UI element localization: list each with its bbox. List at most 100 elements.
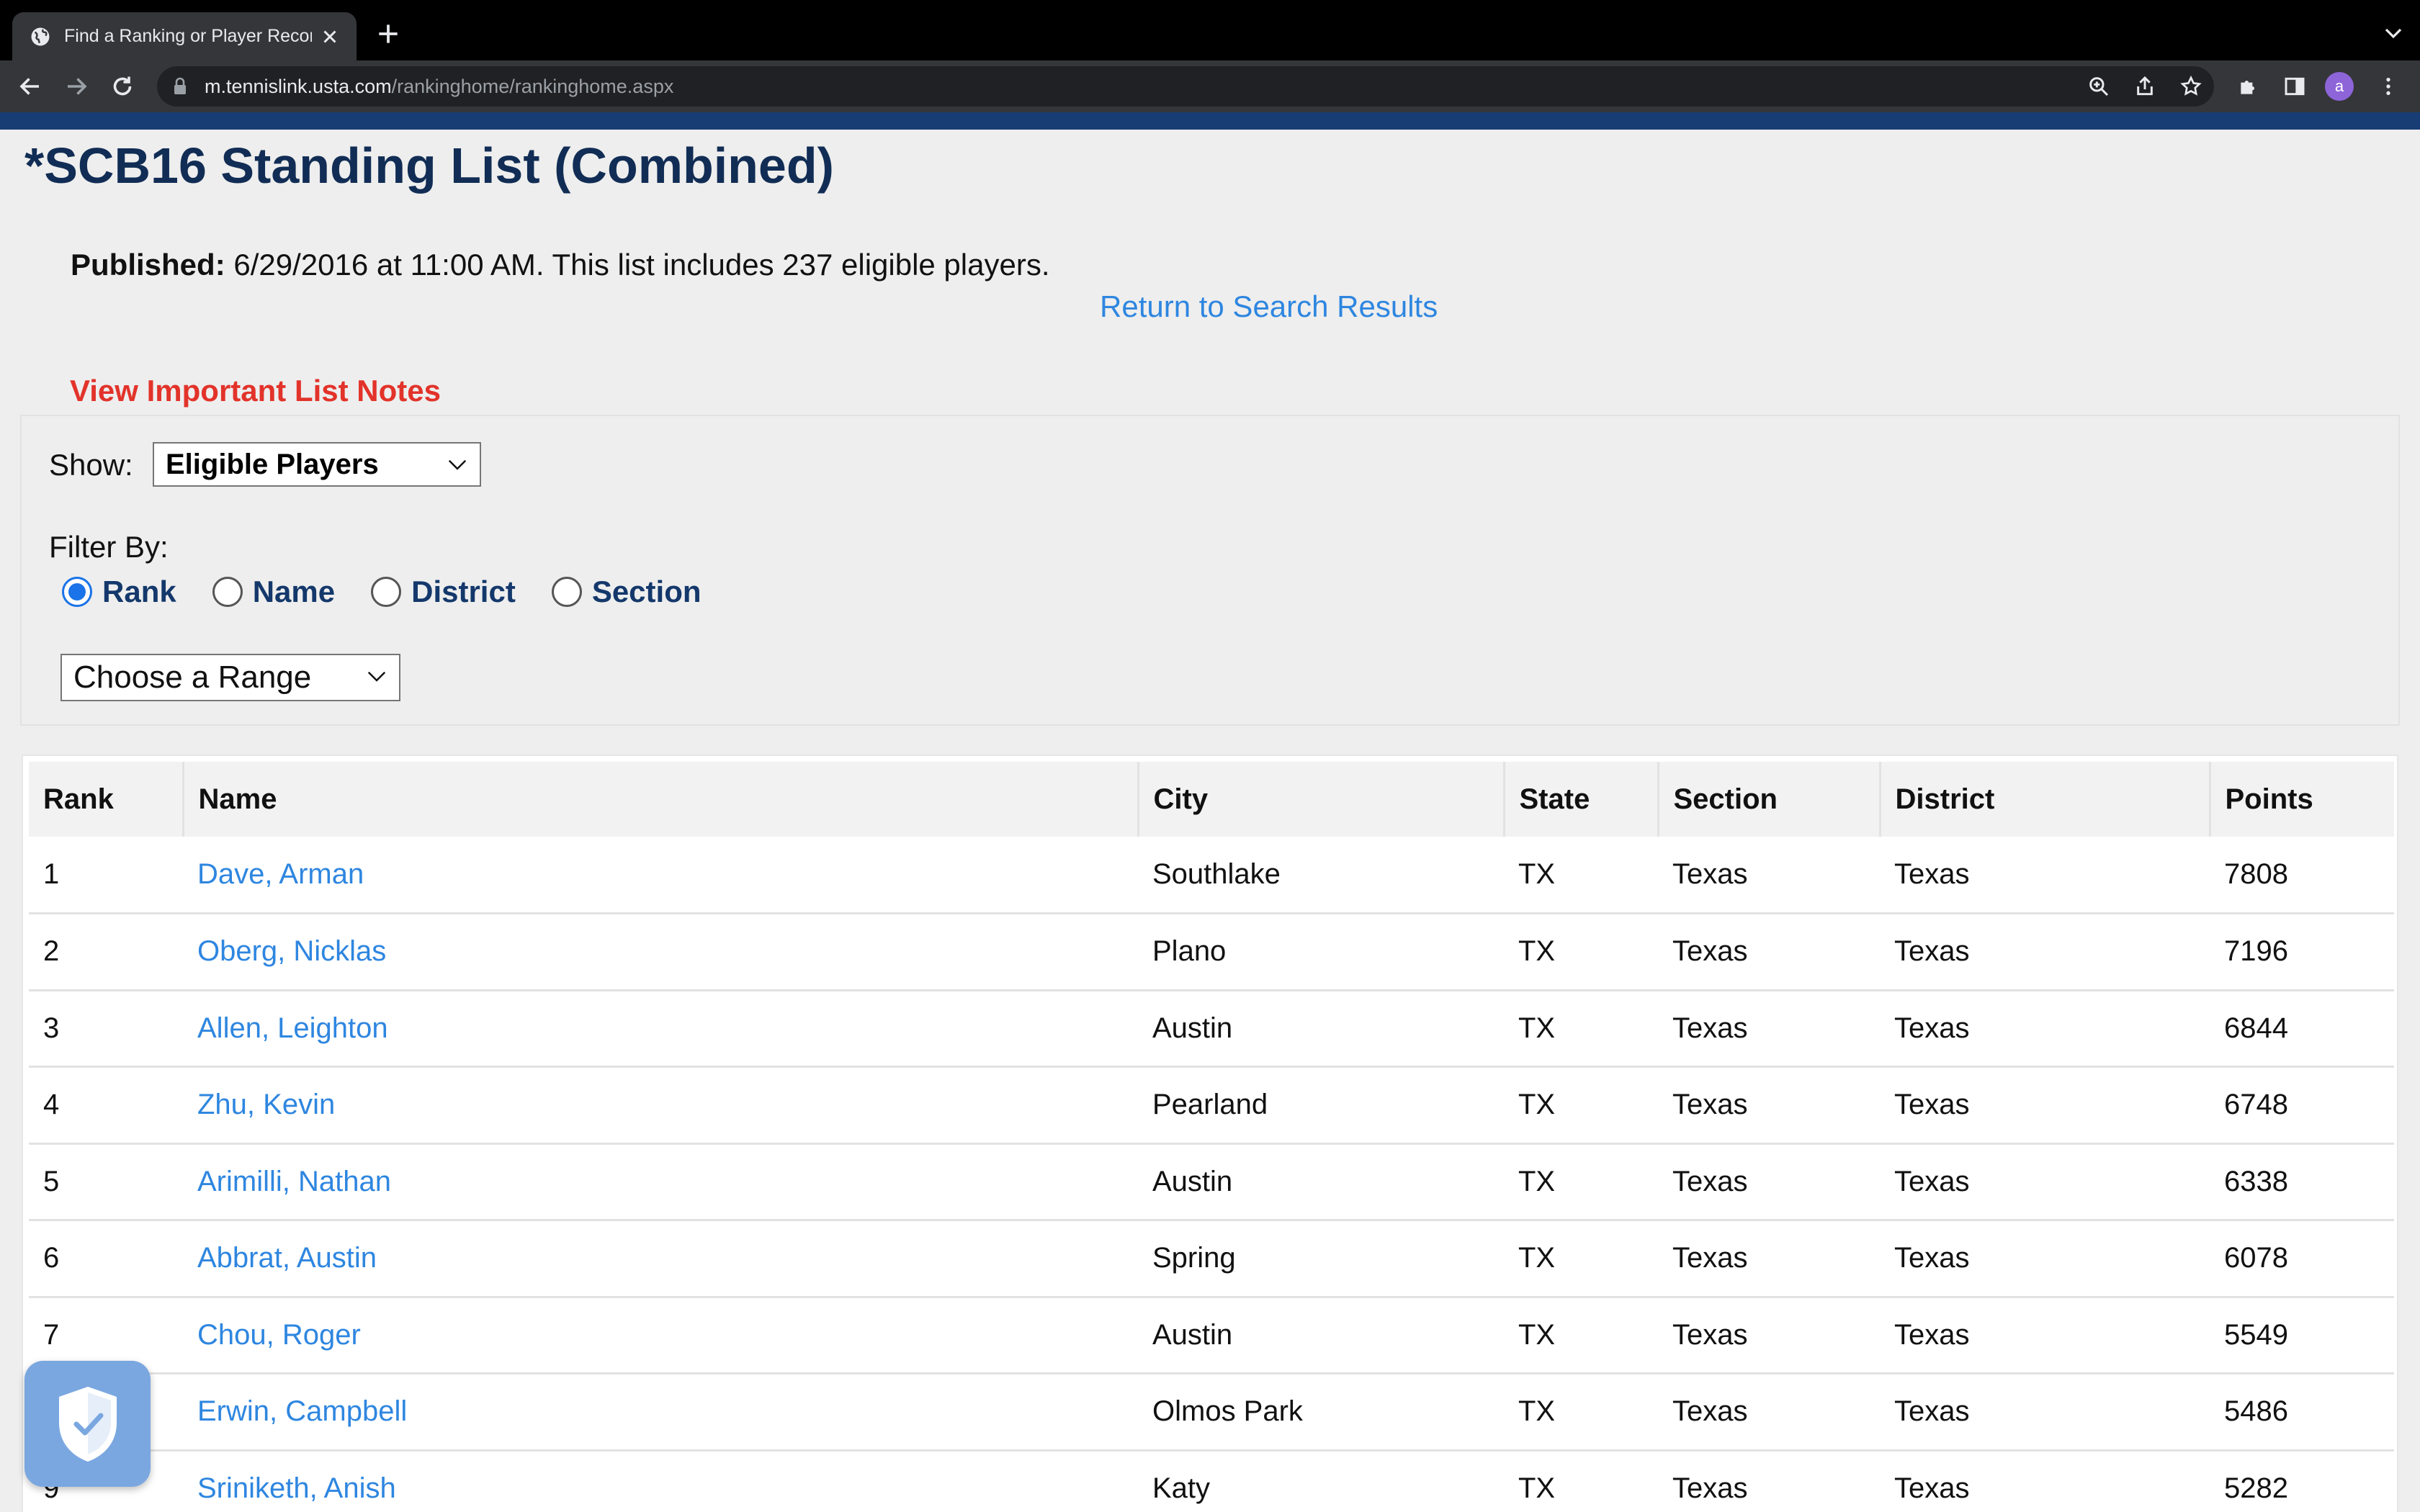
security-shield-widget[interactable] bbox=[24, 1361, 151, 1487]
cell-state: TX bbox=[1518, 858, 1556, 890]
header-state[interactable]: State bbox=[1504, 762, 1659, 837]
cell-rank: 1 bbox=[43, 858, 60, 890]
cell-name: Abbrat, Austin bbox=[183, 1220, 1138, 1297]
return-to-search-link[interactable]: Return to Search Results bbox=[1100, 289, 1438, 324]
table-row: 3 Allen, Leighton Austin TX Texas Texas 6844 bbox=[29, 990, 2394, 1067]
side-panel-icon[interactable] bbox=[2283, 75, 2306, 98]
player-name-link[interactable]: Sriniketh, Anish bbox=[197, 1472, 396, 1504]
player-name-link[interactable]: Erwin, Campbell bbox=[197, 1395, 407, 1427]
menu-kebab-icon[interactable] bbox=[2377, 75, 2400, 98]
cell-section: Texas bbox=[1672, 1472, 1748, 1504]
url-text[interactable]: m.tennislink.usta.com/rankinghome/rankin… bbox=[205, 76, 673, 98]
cell-district: Texas bbox=[1894, 935, 1970, 968]
radio-name[interactable] bbox=[212, 577, 243, 607]
cell-section: Texas bbox=[1672, 935, 1748, 968]
profile-avatar[interactable]: a bbox=[2325, 72, 2354, 101]
browser-tab-bar: Find a Ranking or Player Recor bbox=[0, 0, 2420, 60]
header-district[interactable]: District bbox=[1880, 762, 2211, 837]
published-info: Published: 6/29/2016 at 11:00 AM. This l… bbox=[71, 248, 1050, 282]
header-city[interactable]: City bbox=[1138, 762, 1505, 837]
player-name-link[interactable]: Zhu, Kevin bbox=[197, 1089, 335, 1120]
lock-icon[interactable] bbox=[173, 77, 187, 96]
table-row: 7 Chou, Roger Austin TX Texas Texas 5549 bbox=[29, 1297, 2394, 1374]
forward-icon[interactable] bbox=[63, 73, 89, 99]
bookmark-star-icon[interactable] bbox=[2179, 75, 2202, 98]
header-rank[interactable]: Rank bbox=[29, 762, 184, 837]
cell-name: Oberg, Nicklas bbox=[183, 914, 1138, 991]
header-name[interactable]: Name bbox=[183, 762, 1139, 837]
show-select[interactable]: Eligible Players bbox=[153, 442, 481, 487]
shield-check-icon bbox=[58, 1386, 117, 1462]
extensions-puzzle-icon[interactable] bbox=[2237, 75, 2260, 98]
cell-district: Texas bbox=[1894, 1318, 1970, 1351]
table-row: 6 Abbrat, Austin Spring TX Texas Texas 6078 bbox=[29, 1220, 2394, 1297]
cell-name: Arimilli, Nathan bbox=[183, 1143, 1138, 1220]
cell-points: 6078 bbox=[2224, 1242, 2288, 1274]
cell-section: Texas bbox=[1672, 1242, 1748, 1274]
player-name-link[interactable]: Arimilli, Nathan bbox=[197, 1166, 391, 1197]
show-select-value: Eligible Players bbox=[166, 448, 379, 480]
cell-state: TX bbox=[1518, 1242, 1556, 1274]
header-section[interactable]: Section bbox=[1658, 762, 1881, 837]
cell-state: TX bbox=[1518, 1472, 1556, 1504]
radio-rank-label[interactable]: Rank bbox=[102, 575, 176, 609]
cell-district: Texas bbox=[1894, 1012, 1970, 1044]
view-list-notes-link[interactable]: View Important List Notes bbox=[70, 374, 441, 408]
radio-rank[interactable] bbox=[62, 577, 92, 607]
cell-points: 6844 bbox=[2224, 1012, 2288, 1044]
zoom-icon[interactable] bbox=[2087, 75, 2110, 98]
radio-district-label[interactable]: District bbox=[411, 575, 516, 609]
share-icon[interactable] bbox=[2133, 75, 2156, 98]
player-name-link[interactable]: Allen, Leighton bbox=[197, 1012, 388, 1044]
cell-state: TX bbox=[1518, 1318, 1556, 1351]
cell-rank: 2 bbox=[43, 935, 60, 968]
filter-by-label: Filter By: bbox=[49, 530, 169, 564]
cell-district: Texas bbox=[1894, 1165, 1970, 1197]
player-name-link[interactable]: Abbrat, Austin bbox=[197, 1242, 377, 1274]
cell-district: Texas bbox=[1894, 1089, 1970, 1121]
cell-section: Texas bbox=[1672, 858, 1748, 890]
address-bar[interactable]: m.tennislink.usta.com/rankinghome/rankin… bbox=[157, 66, 2214, 107]
show-label: Show: bbox=[49, 448, 133, 482]
cell-rank: 3 bbox=[43, 1012, 60, 1044]
cell-city: Katy bbox=[1152, 1472, 1211, 1504]
radio-section[interactable] bbox=[551, 577, 582, 607]
filter-radio-group: Rank Name District Section bbox=[62, 575, 738, 609]
radio-district[interactable] bbox=[371, 577, 402, 607]
reload-icon[interactable] bbox=[109, 73, 135, 99]
cell-section: Texas bbox=[1672, 1318, 1748, 1351]
cell-state: TX bbox=[1518, 1395, 1556, 1428]
new-tab-icon[interactable] bbox=[375, 20, 402, 48]
header-points[interactable]: Points bbox=[2210, 762, 2394, 837]
table-row: 2 Oberg, Nicklas Plano TX Texas Texas 7196 bbox=[29, 913, 2394, 991]
cell-name: Dave, Arman bbox=[183, 837, 1138, 914]
cell-points: 5486 bbox=[2224, 1395, 2288, 1428]
radio-section-label[interactable]: Section bbox=[592, 575, 702, 609]
cell-rank: 4 bbox=[43, 1089, 60, 1121]
player-name-link[interactable]: Chou, Roger bbox=[197, 1319, 361, 1351]
player-name-link[interactable]: Dave, Arman bbox=[197, 858, 364, 890]
cell-city: Austin bbox=[1152, 1012, 1233, 1044]
browser-tab[interactable]: Find a Ranking or Player Recor bbox=[12, 12, 357, 60]
globe-icon bbox=[31, 27, 50, 45]
back-icon[interactable] bbox=[17, 73, 43, 99]
cell-section: Texas bbox=[1672, 1165, 1748, 1197]
cell-points: 7808 bbox=[2224, 858, 2288, 890]
cell-section: Texas bbox=[1672, 1395, 1748, 1428]
close-tab-icon[interactable] bbox=[319, 26, 341, 48]
table-body: 1 Dave, Arman Southlake TX Texas Texas 7808 2 Ob… bbox=[29, 837, 2394, 1512]
radio-name-label[interactable]: Name bbox=[253, 575, 335, 609]
table-row: 8Erwin, CampbellOlmos ParkTXTexasTexas54… bbox=[29, 1373, 2394, 1451]
cell-state: TX bbox=[1518, 1165, 1556, 1197]
chevron-down-icon[interactable] bbox=[2383, 24, 2404, 42]
page-title: *SCB16 Standing List (Combined) bbox=[24, 138, 834, 194]
cell-rank: 6 bbox=[43, 1242, 60, 1274]
cell-name: Erwin, Campbell bbox=[183, 1374, 1138, 1451]
range-select[interactable]: Choose a Range bbox=[60, 654, 400, 701]
cell-points: 5549 bbox=[2224, 1318, 2288, 1351]
cell-city: Plano bbox=[1152, 935, 1227, 968]
cell-city: Austin bbox=[1152, 1165, 1233, 1197]
player-name-link[interactable]: Oberg, Nicklas bbox=[197, 935, 386, 967]
published-label: Published: bbox=[71, 248, 225, 282]
cell-rank: 5 bbox=[43, 1165, 60, 1197]
